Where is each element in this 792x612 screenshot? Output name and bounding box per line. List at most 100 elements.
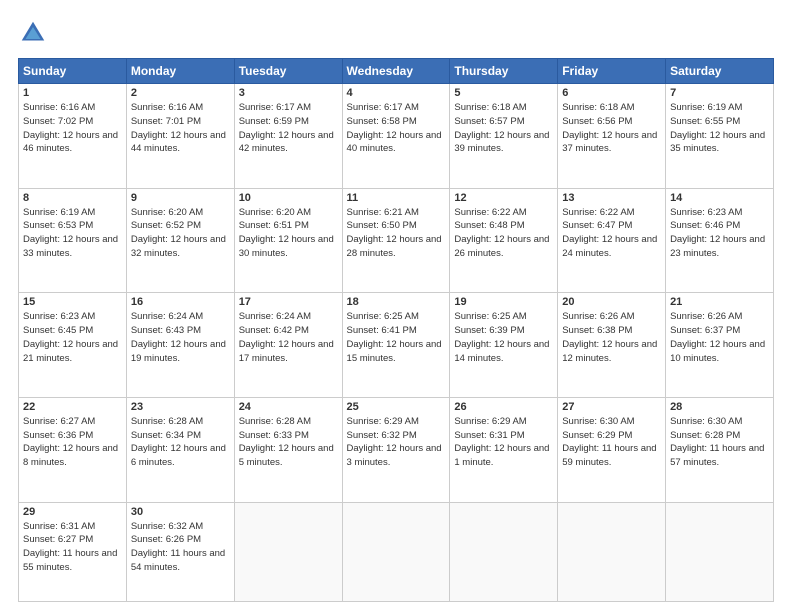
cell-content: Sunrise: 6:19 AMSunset: 6:53 PMDaylight:…	[23, 207, 118, 259]
cell-content: Sunrise: 6:27 AMSunset: 6:36 PMDaylight:…	[23, 416, 118, 468]
day-number: 25	[347, 401, 446, 413]
cell-content: Sunrise: 6:30 AMSunset: 6:28 PMDaylight:…	[670, 416, 764, 468]
day-number: 20	[562, 296, 661, 308]
day-number: 3	[239, 87, 338, 99]
cell-content: Sunrise: 6:32 AMSunset: 6:26 PMDaylight:…	[131, 521, 225, 573]
cell-content: Sunrise: 6:21 AMSunset: 6:50 PMDaylight:…	[347, 207, 442, 259]
day-number: 15	[23, 296, 122, 308]
calendar-cell: 21Sunrise: 6:26 AMSunset: 6:37 PMDayligh…	[666, 293, 774, 398]
cell-content: Sunrise: 6:23 AMSunset: 6:45 PMDaylight:…	[23, 311, 118, 363]
calendar-cell: 2 Sunrise: 6:16 AMSunset: 7:01 PMDaylight…	[126, 84, 234, 189]
calendar-cell: 12 Sunrise: 6:22 AMSunset: 6:48 PMDayligh…	[450, 188, 558, 293]
calendar-cell: 13Sunrise: 6:22 AMSunset: 6:47 PMDayligh…	[558, 188, 666, 293]
day-number: 9	[131, 192, 230, 204]
calendar-week: 22 Sunrise: 6:27 AMSunset: 6:36 PMDayligh…	[19, 397, 774, 502]
cell-content: Sunrise: 6:20 AMSunset: 6:52 PMDaylight:…	[131, 207, 226, 259]
calendar-cell: 8 Sunrise: 6:19 AMSunset: 6:53 PMDaylight…	[19, 188, 127, 293]
weekday-header: Friday	[558, 59, 666, 84]
cell-content: Sunrise: 6:17 AMSunset: 6:58 PMDaylight:…	[347, 102, 442, 154]
day-number: 17	[239, 296, 338, 308]
day-number: 19	[454, 296, 553, 308]
calendar-cell: 23 Sunrise: 6:28 AMSunset: 6:34 PMDayligh…	[126, 397, 234, 502]
calendar-table: SundayMondayTuesdayWednesdayThursdayFrid…	[18, 58, 774, 602]
weekday-header: Sunday	[19, 59, 127, 84]
calendar-cell: 25 Sunrise: 6:29 AMSunset: 6:32 PMDayligh…	[342, 397, 450, 502]
calendar-cell: 3 Sunrise: 6:17 AMSunset: 6:59 PMDaylight…	[234, 84, 342, 189]
cell-content: Sunrise: 6:16 AMSunset: 7:01 PMDaylight:…	[131, 102, 226, 154]
cell-content: Sunrise: 6:17 AMSunset: 6:59 PMDaylight:…	[239, 102, 334, 154]
cell-content: Sunrise: 6:22 AMSunset: 6:48 PMDaylight:…	[454, 207, 549, 259]
calendar-cell: 5Sunrise: 6:18 AMSunset: 6:57 PMDaylight…	[450, 84, 558, 189]
calendar-week: 15 Sunrise: 6:23 AMSunset: 6:45 PMDayligh…	[19, 293, 774, 398]
calendar-cell: 22 Sunrise: 6:27 AMSunset: 6:36 PMDayligh…	[19, 397, 127, 502]
weekday-header: Monday	[126, 59, 234, 84]
calendar-cell: 14 Sunrise: 6:23 AMSunset: 6:46 PMDayligh…	[666, 188, 774, 293]
calendar-cell: 18 Sunrise: 6:25 AMSunset: 6:41 PMDayligh…	[342, 293, 450, 398]
header	[18, 18, 774, 48]
calendar-cell: 1 Sunrise: 6:16 AMSunset: 7:02 PMDaylight…	[19, 84, 127, 189]
calendar-cell: 7 Sunrise: 6:19 AMSunset: 6:55 PMDaylight…	[666, 84, 774, 189]
day-number: 22	[23, 401, 122, 413]
cell-content: Sunrise: 6:26 AMSunset: 6:38 PMDaylight:…	[562, 311, 657, 363]
day-number: 24	[239, 401, 338, 413]
calendar-cell: 24Sunrise: 6:28 AMSunset: 6:33 PMDayligh…	[234, 397, 342, 502]
day-number: 8	[23, 192, 122, 204]
calendar-cell: 26Sunrise: 6:29 AMSunset: 6:31 PMDayligh…	[450, 397, 558, 502]
cell-content: Sunrise: 6:28 AMSunset: 6:34 PMDaylight:…	[131, 416, 226, 468]
calendar: SundayMondayTuesdayWednesdayThursdayFrid…	[18, 58, 774, 602]
calendar-week: 1 Sunrise: 6:16 AMSunset: 7:02 PMDaylight…	[19, 84, 774, 189]
calendar-week: 8 Sunrise: 6:19 AMSunset: 6:53 PMDaylight…	[19, 188, 774, 293]
day-number: 14	[670, 192, 769, 204]
day-number: 18	[347, 296, 446, 308]
day-number: 23	[131, 401, 230, 413]
calendar-cell	[234, 502, 342, 602]
calendar-cell: 4 Sunrise: 6:17 AMSunset: 6:58 PMDaylight…	[342, 84, 450, 189]
day-number: 11	[347, 192, 446, 204]
calendar-cell: 15 Sunrise: 6:23 AMSunset: 6:45 PMDayligh…	[19, 293, 127, 398]
cell-content: Sunrise: 6:18 AMSunset: 6:56 PMDaylight:…	[562, 102, 657, 154]
weekday-row: SundayMondayTuesdayWednesdayThursdayFrid…	[19, 59, 774, 84]
logo-icon	[18, 18, 48, 48]
calendar-cell	[450, 502, 558, 602]
calendar-cell: 10Sunrise: 6:20 AMSunset: 6:51 PMDayligh…	[234, 188, 342, 293]
cell-content: Sunrise: 6:24 AMSunset: 6:42 PMDaylight:…	[239, 311, 334, 363]
cell-content: Sunrise: 6:19 AMSunset: 6:55 PMDaylight:…	[670, 102, 765, 154]
day-number: 4	[347, 87, 446, 99]
weekday-header: Tuesday	[234, 59, 342, 84]
day-number: 12	[454, 192, 553, 204]
calendar-cell: 16 Sunrise: 6:24 AMSunset: 6:43 PMDayligh…	[126, 293, 234, 398]
cell-content: Sunrise: 6:16 AMSunset: 7:02 PMDaylight:…	[23, 102, 118, 154]
day-number: 10	[239, 192, 338, 204]
cell-content: Sunrise: 6:25 AMSunset: 6:41 PMDaylight:…	[347, 311, 442, 363]
calendar-cell: 29 Sunrise: 6:31 AMSunset: 6:27 PMDayligh…	[19, 502, 127, 602]
weekday-header: Thursday	[450, 59, 558, 84]
calendar-cell: 17 Sunrise: 6:24 AMSunset: 6:42 PMDayligh…	[234, 293, 342, 398]
day-number: 21	[670, 296, 769, 308]
day-number: 2	[131, 87, 230, 99]
calendar-week: 29 Sunrise: 6:31 AMSunset: 6:27 PMDayligh…	[19, 502, 774, 602]
calendar-cell: 28Sunrise: 6:30 AMSunset: 6:28 PMDayligh…	[666, 397, 774, 502]
day-number: 16	[131, 296, 230, 308]
calendar-cell: 30Sunrise: 6:32 AMSunset: 6:26 PMDayligh…	[126, 502, 234, 602]
calendar-cell: 9 Sunrise: 6:20 AMSunset: 6:52 PMDaylight…	[126, 188, 234, 293]
cell-content: Sunrise: 6:25 AMSunset: 6:39 PMDaylight:…	[454, 311, 549, 363]
day-number: 27	[562, 401, 661, 413]
cell-content: Sunrise: 6:24 AMSunset: 6:43 PMDaylight:…	[131, 311, 226, 363]
weekday-header: Saturday	[666, 59, 774, 84]
day-number: 13	[562, 192, 661, 204]
cell-content: Sunrise: 6:29 AMSunset: 6:31 PMDaylight:…	[454, 416, 549, 468]
cell-content: Sunrise: 6:31 AMSunset: 6:27 PMDaylight:…	[23, 521, 117, 573]
day-number: 7	[670, 87, 769, 99]
cell-content: Sunrise: 6:23 AMSunset: 6:46 PMDaylight:…	[670, 207, 765, 259]
cell-content: Sunrise: 6:29 AMSunset: 6:32 PMDaylight:…	[347, 416, 442, 468]
day-number: 29	[23, 506, 122, 518]
calendar-header: SundayMondayTuesdayWednesdayThursdayFrid…	[19, 59, 774, 84]
day-number: 1	[23, 87, 122, 99]
weekday-header: Wednesday	[342, 59, 450, 84]
calendar-cell: 11 Sunrise: 6:21 AMSunset: 6:50 PMDayligh…	[342, 188, 450, 293]
page: SundayMondayTuesdayWednesdayThursdayFrid…	[0, 0, 792, 612]
cell-content: Sunrise: 6:30 AMSunset: 6:29 PMDaylight:…	[562, 416, 656, 468]
calendar-cell: 19 Sunrise: 6:25 AMSunset: 6:39 PMDayligh…	[450, 293, 558, 398]
calendar-cell	[666, 502, 774, 602]
calendar-cell: 6Sunrise: 6:18 AMSunset: 6:56 PMDaylight…	[558, 84, 666, 189]
